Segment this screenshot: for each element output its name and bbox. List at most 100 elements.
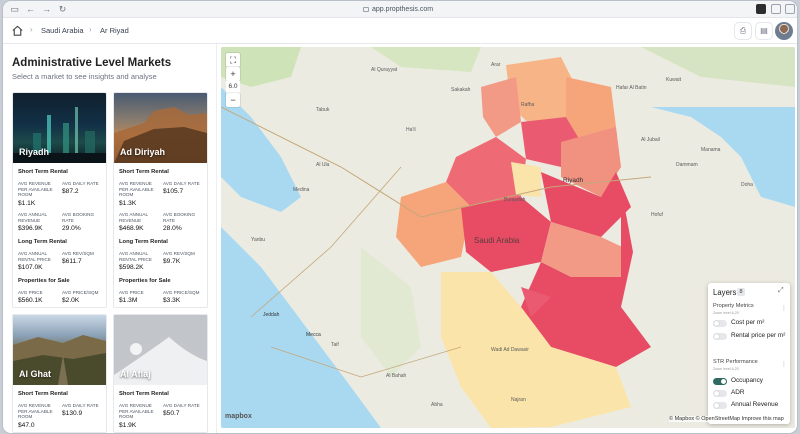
layer-toggle-annual-revenue[interactable]: [713, 402, 727, 409]
reload-icon[interactable]: ↻: [57, 4, 68, 15]
metric-label: AVG REVENUE PER AVAILABLE ROOM: [119, 181, 154, 198]
forward-icon[interactable]: →: [41, 4, 52, 15]
card-name: Al Aflaj: [120, 369, 151, 379]
print-icon[interactable]: ⎙: [734, 22, 752, 40]
browser-chrome: ▭ ← → ↻ app.propthesis.com: [3, 1, 797, 18]
home-icon[interactable]: [11, 24, 24, 37]
metric-value: $468.9K: [119, 225, 144, 232]
layer-label: Rental price per m²: [731, 332, 786, 339]
panel-title: Administrative Level Markets: [12, 57, 172, 69]
metric-label: AVG PRICE/SQM: [62, 290, 99, 295]
place-label: Buraydah: [504, 197, 526, 203]
place-label: Tabuk: [316, 107, 330, 113]
place-label: Hofuf: [651, 212, 663, 218]
metric-label: AVG ANNUAL REVENUE: [119, 212, 148, 223]
metric-label: AVG BOOKING RATE: [163, 212, 196, 223]
zoom-out-button[interactable]: −: [226, 93, 240, 107]
metric-value: $9.7K: [163, 258, 181, 265]
market-card-ad-diriyah[interactable]: Ad Diriyah Short Term Rental AVG REVENUE…: [113, 92, 208, 308]
zoom-level: 6.0: [226, 81, 240, 93]
metric-value: $105.7: [163, 188, 184, 195]
metric-label: AVG REVENUE PER AVAILABLE ROOM: [119, 403, 154, 420]
metric-label: AVG DAILY RATE: [163, 403, 200, 408]
place-label: Sakakah: [451, 87, 471, 93]
layer-label: ADR: [731, 389, 745, 396]
metric-label: AVG ANNUAL REVENUE: [18, 212, 47, 223]
layer-toggle-adr[interactable]: [713, 390, 727, 397]
tabs-icon[interactable]: [785, 4, 795, 14]
extension-icon[interactable]: [756, 4, 766, 14]
metric-value: 29.0%: [62, 225, 81, 232]
place-label: Jeddah: [263, 312, 280, 318]
layer-toggle-cost-per-m2[interactable]: [713, 320, 727, 327]
lock-icon: [362, 7, 369, 12]
metric-label: AVG PRICE: [119, 290, 144, 295]
place-label: Najran: [511, 397, 526, 403]
str-heading: Short Term Rental: [18, 391, 68, 397]
riyadh-photo: Riyadh: [13, 93, 106, 163]
al-ghat-photo: Al Ghat: [13, 315, 106, 385]
user-avatar[interactable]: [775, 22, 793, 40]
layer-label: Annual Revenue: [731, 401, 779, 408]
metric-label: AVG ANNUAL RENTAL PRICE: [18, 251, 51, 262]
card-name: Al Ghat: [19, 369, 52, 379]
layer-toggle-occupancy[interactable]: [713, 378, 727, 385]
ltr-heading: Long Term Rental: [18, 239, 67, 245]
expand-icon[interactable]: ⤢: [778, 287, 784, 295]
market-card-al-ghat[interactable]: Al Ghat Short Term Rental AVG REVENUE PE…: [12, 314, 107, 433]
str-heading: Short Term Rental: [119, 169, 169, 175]
mapbox-logo[interactable]: mapbox: [225, 413, 252, 420]
metric-label: AVG REVENUE PER AVAILABLE ROOM: [18, 403, 53, 420]
country-label: Saudi Arabia: [474, 236, 520, 245]
layer-group-title: Property Metrics: [713, 303, 754, 309]
more-options-icon[interactable]: ⋮: [781, 305, 787, 312]
metric-value: $560.1K: [18, 297, 43, 304]
place-label: Al Jubail: [641, 137, 660, 143]
place-label: Taif: [331, 342, 339, 348]
address-bar[interactable]: app.propthesis.com: [303, 3, 493, 16]
ad-diriyah-photo: Ad Diriyah: [114, 93, 207, 163]
ltr-heading: Long Term Rental: [119, 239, 168, 245]
place-label: Mecca: [306, 332, 321, 338]
fullscreen-button[interactable]: ⛶: [226, 53, 240, 67]
layers-count-badge: 8: [737, 288, 745, 296]
sidebar-toggle-icon[interactable]: ▭: [9, 4, 20, 15]
breadcrumb-region[interactable]: Ar Riyad: [100, 26, 129, 35]
layer-toggle-rental-price[interactable]: [713, 333, 727, 340]
sale-heading: Properties for Sale: [119, 278, 171, 284]
metric-label: AVG REV/SQM: [163, 251, 195, 256]
breadcrumb-country[interactable]: Saudi Arabia: [41, 26, 84, 35]
metric-value: $611.7: [62, 258, 82, 265]
metric-label: AVG ANNUAL RENTAL PRICE: [119, 251, 152, 262]
share-icon[interactable]: [771, 4, 781, 14]
metric-value: $598.2K: [119, 264, 144, 271]
place-label: Al Bahah: [386, 373, 407, 379]
metric-label: AVG REVENUE PER AVAILABLE ROOM: [18, 181, 53, 198]
metric-value: $3.3K: [163, 297, 181, 304]
metric-value: $396.9K: [18, 225, 43, 232]
metric-label: AVG BOOKING RATE: [62, 212, 95, 223]
more-options-icon[interactable]: ⋮: [781, 361, 787, 368]
market-card-riyadh[interactable]: Riyadh Short Term Rental AVG REVENUE PER…: [12, 92, 107, 308]
metric-value: $1.3M: [119, 297, 138, 304]
metric-value: $130.9: [62, 410, 83, 417]
map-canvas[interactable]: ⛶ + 6.0 − Saudi Arabia Riyadh Tabuk Ha'i…: [221, 47, 795, 428]
metric-value: 28.0%: [163, 225, 182, 232]
layer-group-title: STR Performance: [713, 359, 758, 365]
sale-heading: Properties for Sale: [18, 278, 70, 284]
place-label: Ha'il: [406, 127, 416, 133]
metric-label: AVG PRICE/SQM: [163, 290, 200, 295]
market-card-al-aflaj[interactable]: Al Aflaj Short Term Rental AVG REVENUE P…: [113, 314, 208, 433]
zoom-in-button[interactable]: +: [226, 67, 240, 81]
breadcrumb-separator-icon: ›: [30, 25, 33, 34]
metric-value: $1.1K: [18, 200, 36, 207]
place-label: Arar: [491, 62, 501, 68]
layers-title: Layers: [713, 288, 737, 297]
al-aflaj-placeholder-image: Al Aflaj: [114, 315, 207, 385]
map-attribution[interactable]: © Mapbox © OpenStreetMap Improve this ma…: [669, 416, 784, 422]
place-label: Yanbu: [251, 237, 266, 243]
layer-group-subtitle: Zoom level 6-20: [713, 311, 739, 315]
chat-icon[interactable]: ▤: [755, 22, 773, 40]
metric-value: $87.2: [62, 188, 79, 195]
back-icon[interactable]: ←: [25, 4, 36, 15]
